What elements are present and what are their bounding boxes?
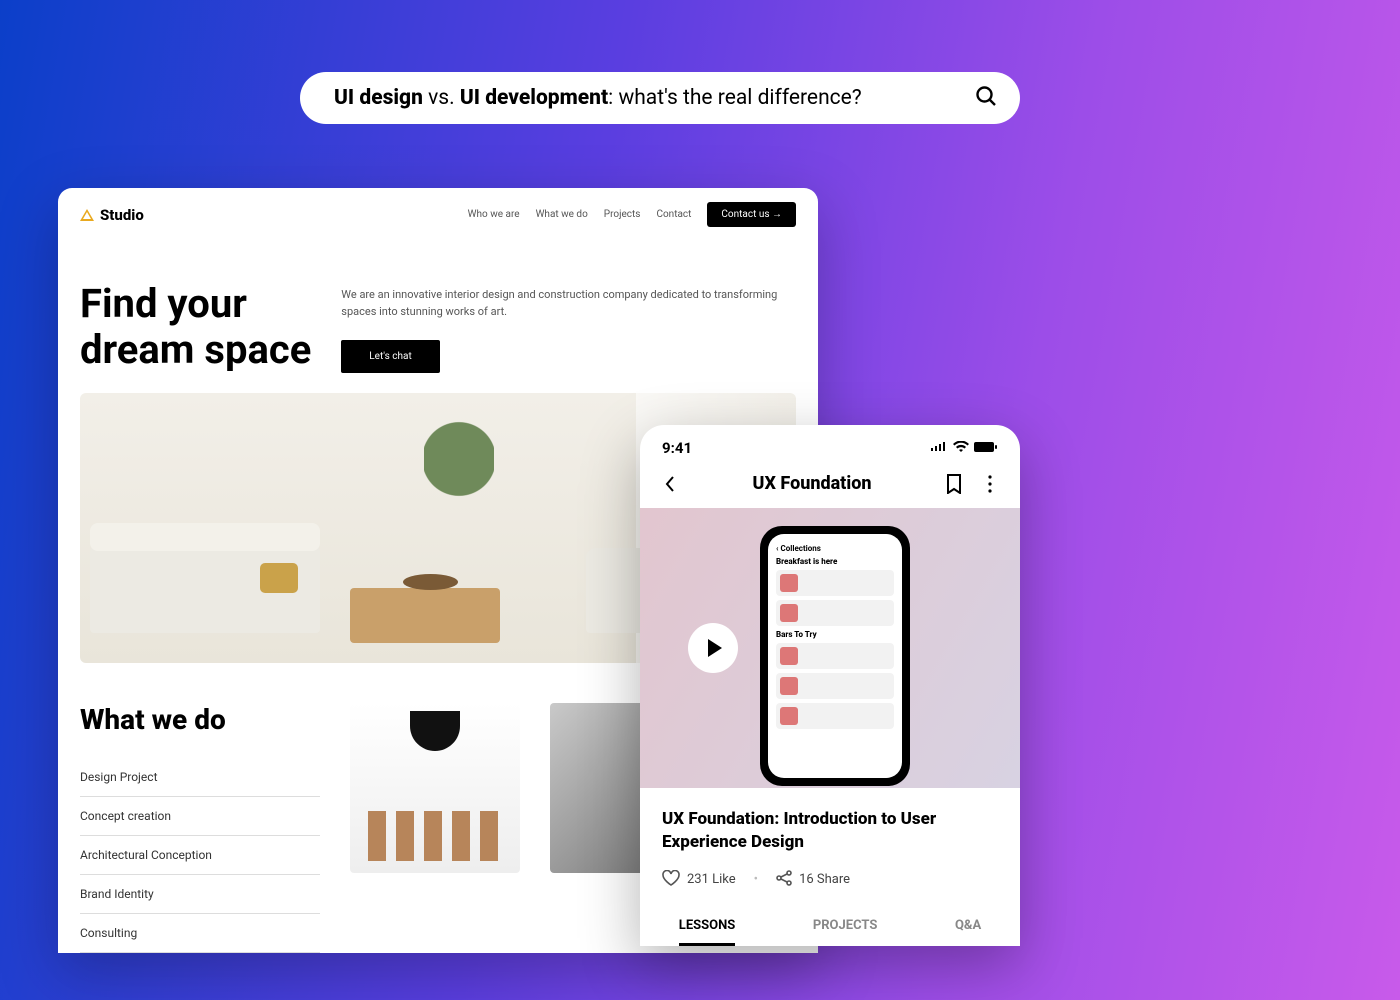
course-stats: 231 Like • 16 Share [640,866,1020,908]
logo-triangle-icon [80,209,94,221]
cellular-icon [930,439,948,457]
play-button-icon[interactable] [688,623,738,673]
list-item[interactable]: Consulting [80,914,320,953]
course-hero-image[interactable]: ‹ Collections Breakfast is here Bars To … [640,508,1020,788]
nav-link[interactable]: Who we are [468,209,520,220]
share-icon [776,870,792,890]
lets-chat-button[interactable]: Let's chat [341,340,439,373]
section-heading: What we do [80,703,320,736]
wifi-icon [953,439,969,457]
nav-link[interactable]: What we do [536,209,588,220]
course-tabs: LESSONS PROJECTS Q&A [640,908,1020,946]
nav-links: Who we are What we do Projects Contact C… [468,202,796,227]
hero-subtext: We are an innovative interior design and… [341,287,796,320]
contact-us-button[interactable]: Contact us → [707,202,796,227]
separator-dot: • [754,872,758,887]
nested-phone-illustration: ‹ Collections Breakfast is here Bars To … [760,526,910,786]
headline-text: UI design vs. UI development: what's the… [334,86,862,110]
logo-text: Studio [100,206,144,224]
share-button[interactable]: 16 Share [776,870,850,890]
tab-lessons[interactable]: LESSONS [679,918,736,946]
search-icon[interactable] [974,84,998,112]
course-title: UX Foundation: Introduction to User Expe… [640,788,1020,866]
status-time: 9:41 [662,439,692,457]
list-item[interactable]: Architectural Conception [80,836,320,875]
tab-qa[interactable]: Q&A [955,918,981,946]
desktop-navbar: Studio Who we are What we do Projects Co… [58,188,818,241]
more-icon[interactable] [980,474,1000,494]
heart-icon [662,870,680,890]
hero-heading: Find yourdream space [80,281,311,373]
back-icon[interactable] [660,474,680,494]
nav-link[interactable]: Projects [604,209,641,220]
mobile-mockup: 9:41 UX Foundation ‹ Collections Breakfa… [640,425,1020,946]
like-button[interactable]: 231 Like [662,870,736,890]
studio-logo[interactable]: Studio [80,206,144,224]
mobile-header: UX Foundation [640,463,1020,508]
battery-icon [974,439,998,457]
tab-projects[interactable]: PROJECTS [813,918,878,946]
list-item[interactable]: Brand Identity [80,875,320,914]
hero-section: Find yourdream space We are an innovativ… [58,241,818,393]
status-bar: 9:41 [640,425,1020,463]
services-list: Design Project Concept creation Architec… [80,758,320,953]
list-item[interactable]: Concept creation [80,797,320,836]
page-title: UX Foundation [753,473,872,494]
list-item[interactable]: Design Project [80,758,320,797]
gallery-image [350,703,520,873]
headline-search-pill[interactable]: UI design vs. UI development: what's the… [300,72,1020,124]
bookmark-icon[interactable] [944,474,964,494]
nav-link[interactable]: Contact [656,209,691,220]
